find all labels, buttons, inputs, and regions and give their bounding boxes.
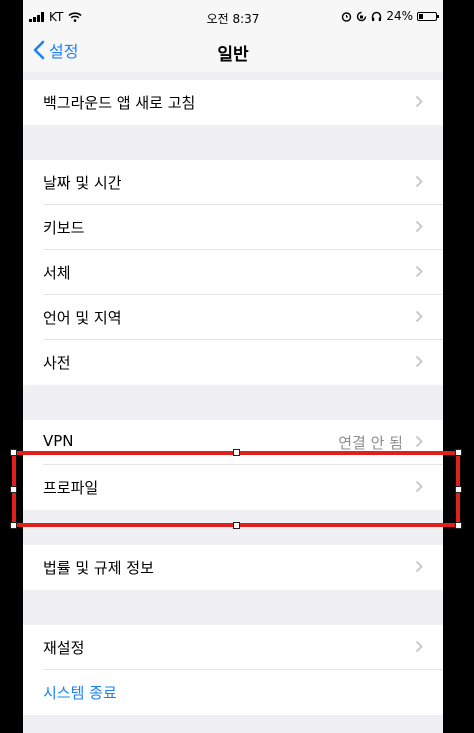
page-title: 일반 bbox=[217, 45, 249, 65]
settings-group: 법률 및 규제 정보 bbox=[23, 545, 443, 590]
chevron-right-icon bbox=[415, 175, 423, 188]
chevron-right-icon bbox=[415, 640, 423, 653]
row-label: 사전 bbox=[43, 354, 71, 372]
chevron-right-icon bbox=[415, 435, 423, 448]
chevron-right-icon bbox=[415, 310, 423, 323]
row-label: 날짜 및 시간 bbox=[43, 174, 122, 192]
row-label: 프로파일 bbox=[43, 479, 99, 497]
chevron-right-icon bbox=[415, 355, 423, 368]
row-fonts[interactable]: 서체 bbox=[23, 250, 443, 295]
group-gap bbox=[23, 385, 443, 420]
row-date-time[interactable]: 날짜 및 시간 bbox=[23, 160, 443, 205]
resize-handle[interactable] bbox=[10, 449, 17, 456]
row-label: VPN bbox=[43, 432, 74, 450]
chevron-right-icon bbox=[415, 220, 423, 233]
resize-handle[interactable] bbox=[455, 522, 462, 529]
resize-handle[interactable] bbox=[10, 486, 17, 493]
row-profile[interactable]: 프로파일 bbox=[23, 465, 443, 510]
row-keyboard[interactable]: 키보드 bbox=[23, 205, 443, 250]
headphones-icon bbox=[372, 11, 382, 21]
row-background-app-refresh[interactable]: 백그라운드 앱 새로 고침 bbox=[23, 80, 443, 125]
row-shut-down[interactable]: 시스템 종료 bbox=[23, 670, 443, 715]
settings-list: 백그라운드 앱 새로 고침 날짜 및 시간 키보드 서체 언어 및 지역 사전 … bbox=[23, 72, 443, 733]
settings-group: 재설정 시스템 종료 bbox=[23, 625, 443, 715]
row-label: 백그라운드 앱 새로 고침 bbox=[43, 94, 196, 112]
row-reset[interactable]: 재설정 bbox=[23, 625, 443, 670]
row-label: 재설정 bbox=[43, 639, 85, 657]
row-label: 키보드 bbox=[43, 219, 85, 237]
resize-handle[interactable] bbox=[10, 522, 17, 529]
row-label: 법률 및 규제 정보 bbox=[43, 559, 154, 577]
status-bar: KT 오전 8:37 24% bbox=[23, 0, 443, 36]
rotation-lock-icon bbox=[357, 11, 367, 21]
navigation-bar: 설정 일반 bbox=[23, 36, 443, 72]
battery-icon bbox=[417, 11, 439, 21]
row-language-region[interactable]: 언어 및 지역 bbox=[23, 295, 443, 340]
row-legal-regulatory[interactable]: 법률 및 규제 정보 bbox=[23, 545, 443, 590]
alarm-icon bbox=[342, 11, 352, 22]
status-right: 24% bbox=[341, 9, 439, 23]
group-gap bbox=[23, 510, 443, 545]
row-label: 서체 bbox=[43, 264, 71, 282]
settings-screen: KT 오전 8:37 24% 설정 일반 백그라운드 앱 새로 고침 날짜 및 … bbox=[23, 0, 443, 733]
chevron-right-icon bbox=[415, 265, 423, 278]
vpn-status: 연결 안 됨 bbox=[338, 434, 403, 452]
group-gap bbox=[23, 125, 443, 160]
row-vpn[interactable]: VPN 연결 안 됨 bbox=[23, 420, 443, 465]
settings-group: VPN 연결 안 됨 프로파일 bbox=[23, 420, 443, 510]
resize-handle[interactable] bbox=[455, 486, 462, 493]
chevron-right-icon bbox=[415, 560, 423, 573]
chevron-right-icon bbox=[415, 480, 423, 493]
group-gap bbox=[23, 715, 443, 733]
settings-group: 백그라운드 앱 새로 고침 bbox=[23, 80, 443, 125]
battery-fill bbox=[419, 13, 423, 19]
row-label: 언어 및 지역 bbox=[43, 309, 122, 327]
group-gap bbox=[23, 72, 443, 80]
row-label: 시스템 종료 bbox=[43, 684, 117, 702]
chevron-right-icon bbox=[415, 95, 423, 108]
resize-handle[interactable] bbox=[455, 449, 462, 456]
group-gap bbox=[23, 590, 443, 625]
battery-percent: 24% bbox=[386, 9, 413, 23]
settings-group: 날짜 및 시간 키보드 서체 언어 및 지역 사전 bbox=[23, 160, 443, 385]
row-dictionary[interactable]: 사전 bbox=[23, 340, 443, 385]
